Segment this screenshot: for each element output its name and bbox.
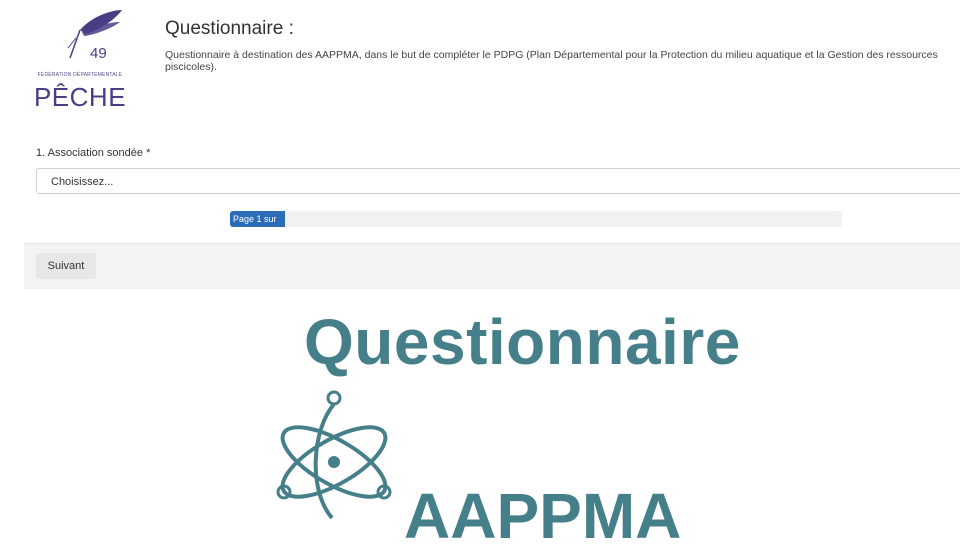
logo-name: PÊCHE bbox=[33, 82, 127, 112]
form-footer: Suivant bbox=[24, 243, 960, 289]
fish-icon: 49 bbox=[67, 10, 122, 62]
association-select[interactable]: Choisissez... bbox=[36, 168, 960, 194]
svg-text:49: 49 bbox=[90, 45, 107, 62]
federation-logo: 49 FÉDÉRATION DÉPARTEMENTALE PÊCHE bbox=[30, 8, 130, 118]
question-label: 1. Association sondée * bbox=[36, 147, 151, 159]
progress-text: Page 1 sur bbox=[233, 214, 277, 224]
page-description: Questionnaire à destination des AAPPMA, … bbox=[165, 49, 938, 73]
select-value: Choisissez... bbox=[51, 176, 114, 188]
atom-icon bbox=[272, 390, 396, 524]
overlay-subtitle: AAPPMA bbox=[404, 480, 682, 552]
overlay-title: Questionnaire bbox=[304, 306, 741, 378]
progress-fill: Page 1 sur bbox=[230, 211, 286, 227]
page-title: Questionnaire : bbox=[165, 18, 294, 39]
logo-federation-text: FÉDÉRATION DÉPARTEMENTALE bbox=[37, 72, 123, 78]
progress-bar: Page 1 sur bbox=[230, 211, 842, 227]
next-button[interactable]: Suivant bbox=[36, 253, 96, 279]
